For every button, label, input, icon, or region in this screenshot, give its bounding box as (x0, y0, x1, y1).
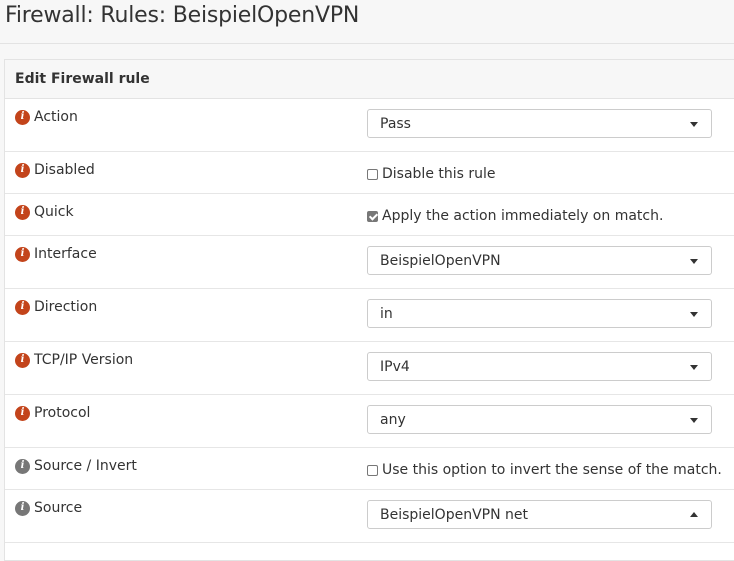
direction-select[interactable]: in (367, 299, 712, 328)
panel-heading: Edit Firewall rule (5, 60, 734, 99)
source-invert-checkbox-group: Use this option to invert the sense of t… (367, 462, 722, 478)
quick-label-text: Quick (34, 204, 74, 220)
source-label-text: Source (34, 500, 83, 516)
ipversion-select-value: IPv4 (380, 359, 410, 375)
ipversion-label: i TCP/IP Version (15, 352, 133, 368)
action-label-text: Action (34, 109, 78, 125)
direction-select-value: in (380, 306, 393, 322)
disabled-checkbox-group: Disable this rule (367, 166, 496, 182)
protocol-label: i Protocol (15, 405, 90, 421)
info-icon[interactable]: i (15, 246, 30, 262)
info-icon[interactable]: i (15, 109, 30, 125)
protocol-label-text: Protocol (34, 405, 91, 421)
disable-rule-checkbox-label[interactable]: Disable this rule (382, 166, 496, 182)
source-select-value: BeispielOpenVPN net (380, 507, 528, 523)
disable-rule-checkbox[interactable] (367, 168, 378, 180)
panel-heading-title: Edit Firewall rule (15, 71, 150, 87)
action-select[interactable]: Pass (367, 109, 712, 138)
page-title: Firewall: Rules: BeispielOpenVPN (5, 3, 360, 28)
info-icon[interactable]: i (15, 204, 30, 220)
row-source: i Source BeispielOpenVPN net (5, 490, 734, 543)
source-invert-label-text: Source / Invert (34, 458, 137, 474)
interface-label: i Interface (15, 246, 97, 262)
interface-label-text: Interface (34, 246, 97, 262)
info-icon[interactable]: i (15, 500, 30, 516)
row-interface: i Interface BeispielOpenVPN (5, 236, 734, 289)
row-source-invert: i Source / Invert Use this option to inv… (5, 448, 734, 490)
action-select-value: Pass (380, 116, 411, 132)
disabled-label: i Disabled (15, 162, 95, 178)
disabled-label-text: Disabled (34, 162, 95, 178)
row-protocol: i Protocol any (5, 395, 734, 448)
ipversion-label-text: TCP/IP Version (34, 352, 134, 368)
quick-checkbox[interactable] (367, 210, 378, 222)
source-select[interactable]: BeispielOpenVPN net (367, 500, 712, 529)
caret-down-icon (690, 365, 698, 370)
info-icon[interactable]: i (15, 162, 30, 178)
source-invert-checkbox-label[interactable]: Use this option to invert the sense of t… (382, 462, 722, 478)
direction-label-text: Direction (34, 299, 98, 315)
protocol-select[interactable]: any (367, 405, 712, 434)
caret-down-icon (690, 259, 698, 264)
action-label: i Action (15, 109, 78, 125)
caret-down-icon (690, 418, 698, 423)
caret-up-icon (690, 512, 698, 517)
page-header: Firewall: Rules: BeispielOpenVPN (0, 0, 734, 44)
quick-checkbox-group: Apply the action immediately on match. (367, 208, 663, 224)
info-icon[interactable]: i (15, 458, 30, 474)
quick-label: i Quick (15, 204, 74, 220)
edit-rule-panel: Edit Firewall rule i Action Pass i Disab… (4, 59, 734, 561)
direction-label: i Direction (15, 299, 97, 315)
info-icon[interactable]: i (15, 299, 30, 315)
row-ipversion: i TCP/IP Version IPv4 (5, 342, 734, 395)
ipversion-select[interactable]: IPv4 (367, 352, 712, 381)
source-invert-checkbox[interactable] (367, 464, 378, 476)
caret-down-icon (690, 312, 698, 317)
info-icon[interactable]: i (15, 405, 30, 421)
row-disabled: i Disabled Disable this rule (5, 152, 734, 194)
interface-select[interactable]: BeispielOpenVPN (367, 246, 712, 275)
caret-down-icon (690, 122, 698, 127)
row-direction: i Direction in (5, 289, 734, 342)
row-quick: i Quick Apply the action immediately on … (5, 194, 734, 236)
info-icon[interactable]: i (15, 352, 30, 368)
protocol-select-value: any (380, 412, 406, 428)
quick-checkbox-label[interactable]: Apply the action immediately on match. (382, 208, 663, 224)
interface-select-value: BeispielOpenVPN (380, 253, 501, 269)
row-action: i Action Pass (5, 99, 734, 152)
source-invert-label: i Source / Invert (15, 458, 137, 474)
source-label: i Source (15, 500, 82, 516)
